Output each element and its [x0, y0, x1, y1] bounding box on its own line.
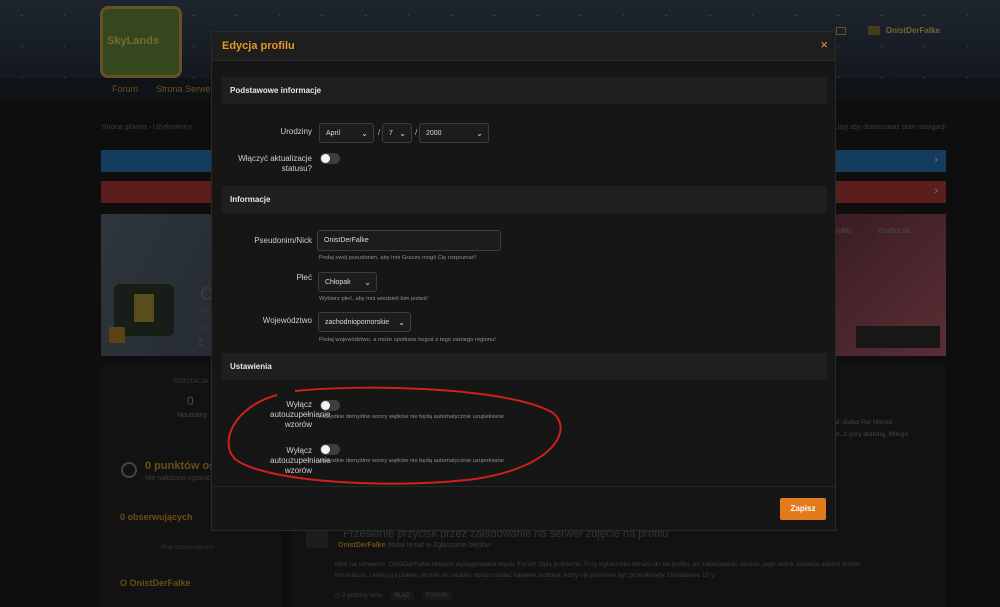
chevron-down-icon: ⌄: [364, 278, 371, 287]
voivodeship-hint: Podaj województwo, a może spotkasz kogoś…: [319, 337, 496, 343]
status-updates-label: Włączyć aktualizacje statusu?: [238, 154, 312, 173]
gender-select[interactable]: Chłopak ⌄: [318, 272, 377, 292]
birthday-day-select[interactable]: 7 ⌄: [382, 123, 412, 143]
chevron-down-icon: ⌄: [361, 129, 368, 138]
birthday-year-select[interactable]: 2000 ⌄: [419, 123, 489, 143]
nickname-input[interactable]: OnistDerFalke: [317, 230, 501, 251]
toggle-knob: [321, 401, 330, 410]
select-value: 7: [389, 130, 393, 137]
date-separator: /: [378, 128, 381, 137]
section-header-settings: Ustawienia: [222, 353, 827, 380]
section-title: Ustawienia: [230, 362, 272, 371]
chevron-down-icon: ⌄: [476, 129, 483, 138]
toggle-knob: [321, 154, 330, 163]
section-title: Podstawowe informacje: [230, 86, 322, 95]
autocomplete-1-toggle[interactable]: [320, 400, 340, 411]
birthday-label: Urodziny: [280, 127, 312, 136]
toggle-knob: [321, 445, 330, 454]
section-title: Informacje: [230, 195, 271, 204]
autocomplete-2-toggle[interactable]: [320, 444, 340, 455]
close-icon[interactable]: ×: [820, 37, 828, 53]
save-button[interactable]: Zapisz: [780, 498, 826, 520]
edit-profile-dialog: Edycja profilu × Podstawowe informacje U…: [211, 31, 836, 531]
chevron-down-icon: ⌄: [398, 318, 405, 327]
select-value: 2000: [426, 130, 442, 137]
autocomplete-2-hint: Wszystkie domyślne wzory wątków nie będą…: [318, 458, 504, 464]
gender-hint: Wybierz płeć, aby inni wiedzieli kim jes…: [319, 296, 428, 302]
dialog-footer: Zapisz: [212, 486, 835, 530]
date-separator: /: [415, 128, 418, 137]
voivodeship-select[interactable]: zachodniopomorskie ⌄: [318, 312, 411, 332]
nickname-label: Pseudonim/Nick: [254, 236, 312, 245]
chevron-down-icon: ⌄: [399, 129, 406, 138]
gender-label: Płeć: [296, 273, 312, 282]
status-updates-toggle[interactable]: [320, 153, 340, 164]
section-header-info: Informacje: [222, 186, 827, 213]
nickname-hint: Podaj swój pseudonim, aby inni Gracze mo…: [319, 255, 477, 261]
birthday-month-select[interactable]: April ⌄: [319, 123, 374, 143]
select-value: zachodniopomorskie: [325, 319, 390, 326]
autocomplete-1-label: Wyłącz autouzupełnianie wzorów: [270, 400, 331, 429]
autocomplete-2-label: Wyłącz autouzupełnianie wzorów: [270, 446, 331, 475]
dialog-header: Edycja profilu ×: [212, 32, 835, 61]
dialog-title: Edycja profilu: [222, 40, 295, 52]
autocomplete-1-hint: Wszystkie domyślne wzory wątków nie będą…: [318, 414, 504, 420]
select-value: Chłopak: [325, 279, 351, 286]
section-header-basic: Podstawowe informacje: [222, 77, 827, 104]
voivodeship-label: Województwo: [262, 316, 312, 325]
select-value: April: [326, 130, 341, 137]
